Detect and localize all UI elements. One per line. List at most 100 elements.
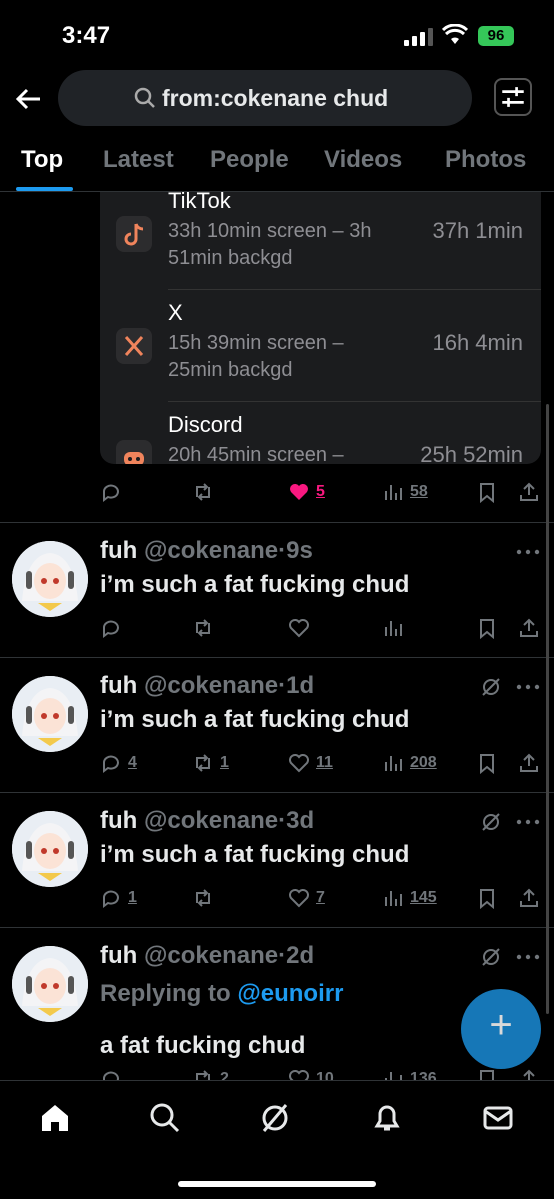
like-button[interactable]: 7 — [288, 883, 325, 913]
like-count: 7 — [316, 889, 325, 906]
status-time: 3:47 — [62, 22, 111, 49]
share-button[interactable] — [518, 748, 540, 778]
repost-button[interactable] — [192, 613, 220, 643]
reply-button[interactable]: 1 — [100, 883, 137, 913]
share-button[interactable] — [518, 477, 540, 507]
bookmark-button[interactable] — [476, 613, 498, 643]
scrollbar[interactable] — [546, 404, 549, 1014]
grok-icon[interactable] — [480, 676, 502, 698]
like-count: 11 — [316, 754, 333, 771]
like-button[interactable]: 11 — [288, 748, 333, 778]
handle[interactable]: @cokenane — [144, 807, 278, 834]
grok-icon[interactable] — [480, 811, 502, 833]
tweet-header: fuh @cokenane·2d — [100, 942, 314, 970]
messages-icon[interactable] — [481, 1101, 515, 1135]
bookmark-button[interactable] — [476, 477, 498, 507]
repost-icon — [196, 889, 210, 907]
heart-icon — [289, 754, 309, 773]
timestamp[interactable]: ·3d — [278, 807, 314, 834]
tweet-header: fuh @cokenane·1d — [100, 672, 314, 700]
views-count: 58 — [410, 483, 428, 500]
grok-icon[interactable] — [480, 946, 502, 968]
handle[interactable]: @cokenane — [144, 537, 278, 564]
views-icon — [385, 621, 402, 636]
views-button[interactable] — [382, 613, 410, 643]
tweet[interactable]: fuh @cokenane·3d i’m such a fat fucking … — [0, 792, 554, 927]
avatar[interactable] — [12, 541, 88, 617]
notifications-icon[interactable] — [370, 1101, 404, 1135]
avatar[interactable] — [12, 811, 88, 887]
share-button[interactable] — [518, 613, 540, 643]
home-indicator — [178, 1181, 376, 1187]
reply-icon — [103, 484, 119, 502]
screen-time-image[interactable]: TikTok 33h 10min screen – 3h 51min backg… — [100, 192, 541, 464]
reply-icon — [103, 620, 119, 638]
bookmark-icon — [480, 619, 494, 639]
tab-people[interactable]: People — [210, 146, 289, 174]
back-arrow-icon[interactable] — [14, 84, 44, 114]
avatar[interactable] — [12, 946, 88, 1022]
bookmark-button[interactable] — [476, 883, 498, 913]
share-button[interactable] — [518, 883, 540, 913]
share-icon — [520, 482, 538, 501]
repost-button[interactable] — [192, 477, 214, 507]
share-icon — [520, 888, 538, 907]
reply-button[interactable]: 4 — [100, 748, 137, 778]
mention-link[interactable]: @eunoirr — [237, 980, 343, 1007]
tab-photos[interactable]: Photos — [445, 146, 526, 174]
display-name[interactable]: fuh — [100, 807, 137, 834]
compose-button[interactable]: + — [461, 989, 541, 1069]
timestamp[interactable]: ·9s — [278, 537, 313, 564]
search-icon — [134, 87, 155, 108]
more-options-icon[interactable] — [516, 819, 540, 825]
share-icon — [520, 753, 538, 772]
search-icon[interactable] — [148, 1101, 182, 1135]
reply-icon — [103, 755, 119, 773]
repost-count: 1 — [220, 754, 229, 771]
tab-top[interactable]: Top — [21, 146, 63, 174]
like-count: 5 — [316, 483, 325, 500]
display-name[interactable]: fuh — [100, 537, 137, 564]
tweet-text: a fat fucking chud — [100, 1032, 306, 1059]
handle[interactable]: @cokenane — [144, 942, 278, 969]
x-logo-icon — [116, 328, 152, 364]
discord-icon — [116, 440, 152, 464]
reply-button[interactable] — [100, 477, 122, 507]
views-button[interactable]: 145 — [382, 883, 437, 913]
home-icon[interactable] — [38, 1101, 72, 1135]
search-input[interactable]: from:cokenane chud — [58, 70, 472, 126]
handle[interactable]: @cokenane — [144, 672, 278, 699]
tweet[interactable]: fuh @cokenane·9s i’m such a fat fucking … — [0, 522, 554, 657]
tab-videos[interactable]: Videos — [324, 146, 402, 174]
filter-icon[interactable] — [494, 78, 532, 116]
more-options-icon[interactable] — [516, 684, 540, 690]
timestamp[interactable]: ·1d — [278, 672, 314, 699]
tab-latest[interactable]: Latest — [103, 146, 174, 174]
like-button[interactable] — [288, 613, 316, 643]
views-button[interactable]: 208 — [382, 748, 437, 778]
tweet[interactable]: fuh @cokenane·1d i’m such a fat fucking … — [0, 657, 554, 792]
replying-to: Replying to @eunoirr — [100, 980, 343, 1008]
like-button[interactable]: 5 — [288, 477, 325, 507]
share-icon — [520, 618, 538, 637]
repost-icon — [196, 754, 210, 772]
reply-icon — [103, 890, 119, 908]
timestamp[interactable]: ·2d — [278, 942, 314, 969]
app-total: 25h 52min — [420, 442, 523, 464]
more-options-icon[interactable] — [516, 549, 540, 555]
views-button[interactable]: 58 — [382, 477, 428, 507]
repost-button[interactable]: 1 — [192, 748, 229, 778]
reply-button[interactable] — [100, 613, 128, 643]
grok-icon[interactable] — [258, 1101, 292, 1135]
screen-time-row-discord: Discord 20h 45min screen – 25h 52min — [100, 402, 541, 464]
bookmark-button[interactable] — [476, 748, 498, 778]
screen-time-row-tiktok: TikTok 33h 10min screen – 3h 51min backg… — [100, 192, 541, 290]
display-name[interactable]: fuh — [100, 672, 137, 699]
display-name[interactable]: fuh — [100, 942, 137, 969]
avatar[interactable] — [12, 676, 88, 752]
more-options-icon[interactable] — [516, 954, 540, 960]
tweet-text: i’m such a fat fucking chud — [100, 841, 410, 868]
reply-count: 4 — [128, 754, 137, 771]
post-actions: 4 1 11 208 — [100, 748, 540, 778]
repost-button[interactable] — [192, 883, 220, 913]
